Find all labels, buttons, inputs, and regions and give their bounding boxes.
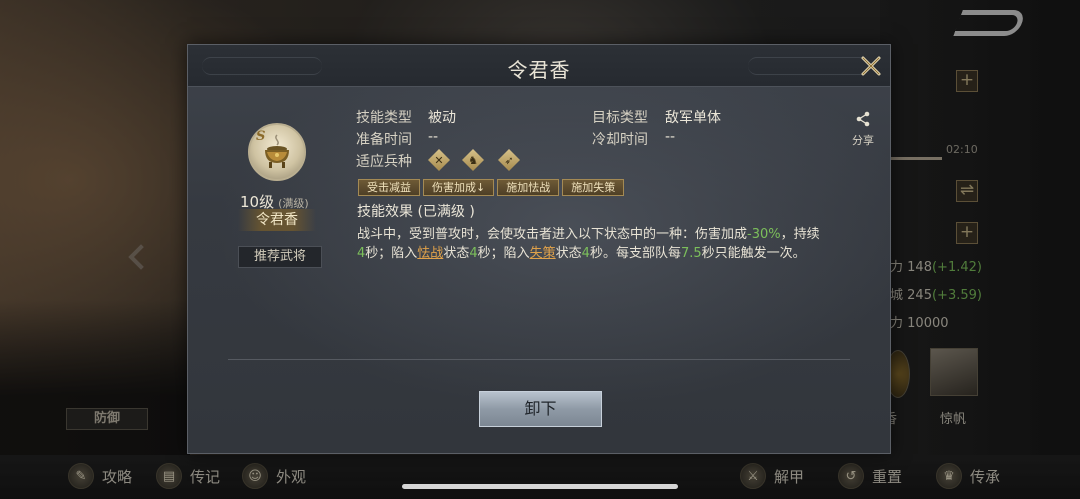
modal-header: 令君香 xyxy=(188,45,890,87)
effect-tag: 施加怯战 xyxy=(497,179,560,196)
share-button[interactable]: 分享 xyxy=(848,111,878,148)
skill-type-value: 被动 xyxy=(428,110,456,126)
close-button[interactable] xyxy=(858,53,884,79)
cavalry-troop-icon: ♞ xyxy=(462,149,484,171)
effect-tags: 受击减益 伤害加成↓ 施加怯战 施加失策 xyxy=(358,179,625,196)
skill-detail-modal: 令君香 S 10级 (满级) 令君香 推荐武将 技能类型 被动 目标类型 敌军单体… xyxy=(187,44,891,454)
effect-title: 技能效果 (已满级 ) xyxy=(357,204,475,220)
status-link-confused: 失策 xyxy=(529,246,556,261)
skill-name-badge: 令君香 xyxy=(238,209,316,231)
troops-label: 适应兵种 xyxy=(356,154,412,170)
prep-time-value: -- xyxy=(428,129,439,145)
divider xyxy=(228,359,850,360)
share-icon xyxy=(856,111,870,127)
recommend-general-button[interactable]: 推荐武将 xyxy=(238,246,322,268)
unload-button[interactable]: 卸下 xyxy=(479,391,602,427)
cooldown-label: 冷却时间 xyxy=(592,132,648,148)
target-type-label: 目标类型 xyxy=(592,110,648,126)
share-label: 分享 xyxy=(852,134,874,147)
modal-title: 令君香 xyxy=(507,58,571,82)
effect-description: 战斗中，受到普攻时，会使攻击者进入以下状态中的一种：伤害加成-30%，持续4秒；… xyxy=(357,227,820,261)
incense-burner-icon xyxy=(265,134,289,168)
skill-type-label: 技能类型 xyxy=(356,110,412,126)
close-icon xyxy=(861,56,881,76)
skill-icon: S xyxy=(248,123,306,181)
target-type-value: 敌军单体 xyxy=(665,110,721,126)
archer-troop-icon: ➶ xyxy=(498,149,520,171)
effect-tag: 受击减益 xyxy=(358,179,420,196)
effect-tag: 施加失策 xyxy=(562,179,625,196)
prep-time-label: 准备时间 xyxy=(356,132,412,148)
spear-troop-icon: ✕ xyxy=(428,149,450,171)
home-indicator[interactable] xyxy=(402,484,678,489)
status-link-timid: 怯战 xyxy=(417,246,444,261)
effect-tag: 伤害加成↓ xyxy=(423,179,495,196)
cooldown-value: -- xyxy=(665,129,676,145)
